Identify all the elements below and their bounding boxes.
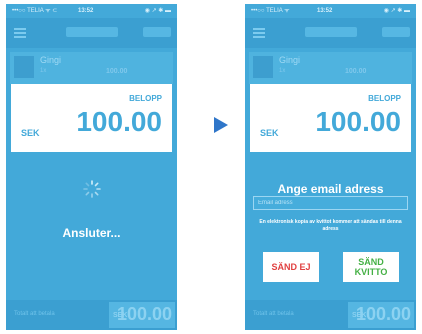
order-row: Gingi 1x 100.00 — [249, 52, 412, 84]
send-receipt-button[interactable]: SÄND KVITTO — [343, 252, 399, 282]
total-amount: 100.00 — [116, 304, 172, 324]
order-item-qty: 1x — [279, 68, 286, 74]
amount-card: BELOPP SEK 100.00 — [11, 84, 172, 152]
total-label: Totalt att betala — [14, 311, 55, 317]
total-amount-box: SEK 100.00 — [348, 302, 414, 328]
order-item-price: 100.00 — [345, 68, 367, 75]
total-amount-box: SEK 100.00 — [109, 302, 175, 328]
amount-card: BELOPP SEK 100.00 — [250, 84, 411, 152]
nav-right-button[interactable] — [382, 27, 410, 37]
amount-value: 100.00 — [76, 106, 162, 137]
send-label-line1: SÄND — [358, 257, 384, 267]
nav-bar — [245, 18, 416, 48]
bottom-total-bar: Totalt att betala SEK 100.00 — [245, 300, 416, 330]
status-bar: •••○○ TELIA ᯤ ⊂ 13:52 ◉ ↗ ✱ ▬ — [6, 4, 177, 18]
email-heading: Ange email adress — [277, 182, 384, 196]
bottom-total-bar: Totalt att betala SEK 100.00 — [6, 300, 177, 330]
connecting-status: Ansluter... — [62, 226, 121, 240]
nav-bar — [6, 18, 177, 48]
clock: 13:52 — [317, 8, 333, 14]
status-icons: ◉ ↗ ✱ ▬ — [383, 8, 410, 14]
currency-label: SEK — [260, 128, 279, 138]
nav-title — [66, 27, 118, 37]
order-item-qty: 1x — [40, 68, 47, 74]
menu-icon[interactable] — [14, 28, 26, 38]
order-item-name: Gingi — [279, 55, 301, 65]
carrier-text: •••○○ TELIA ᯤ — [251, 8, 290, 14]
order-row: Gingi 1x 100.00 — [10, 52, 173, 84]
carrier-text: •••○○ TELIA ᯤ ⊂ — [12, 8, 58, 14]
email-input[interactable] — [253, 196, 408, 210]
currency-label: SEK — [21, 128, 40, 138]
dont-send-button[interactable]: SÄND EJ — [263, 252, 319, 282]
status-bar: •••○○ TELIA ᯤ 13:52 ◉ ↗ ✱ ▬ — [245, 4, 416, 18]
order-item-name: Gingi — [40, 55, 62, 65]
product-thumbnail — [14, 56, 34, 78]
nav-right-button[interactable] — [143, 27, 171, 37]
product-thumbnail — [253, 56, 273, 78]
total-label: Totalt att betala — [253, 311, 294, 317]
spinner-icon — [83, 180, 101, 198]
menu-icon[interactable] — [253, 28, 265, 38]
dont-send-label: SÄND EJ — [271, 262, 311, 272]
amount-label: BELOPP — [368, 94, 401, 103]
phone-screen-connecting: •••○○ TELIA ᯤ ⊂ 13:52 ◉ ↗ ✱ ▬ Gingi 1x 1… — [6, 4, 177, 330]
amount-label: BELOPP — [129, 94, 162, 103]
order-item-price: 100.00 — [106, 68, 128, 75]
arrow-right-icon — [214, 117, 228, 133]
total-amount: 100.00 — [355, 304, 411, 324]
status-icons: ◉ ↗ ✱ ▬ — [144, 8, 171, 14]
nav-title — [305, 27, 357, 37]
send-label-line2: KVITTO — [354, 267, 388, 277]
receipt-info-text: En elektronisk kopia av kvittot kommer a… — [259, 219, 402, 232]
phone-screen-email: •••○○ TELIA ᯤ 13:52 ◉ ↗ ✱ ▬ Gingi 1x 100… — [245, 4, 416, 330]
amount-value: 100.00 — [315, 106, 401, 137]
clock: 13:52 — [78, 8, 94, 14]
